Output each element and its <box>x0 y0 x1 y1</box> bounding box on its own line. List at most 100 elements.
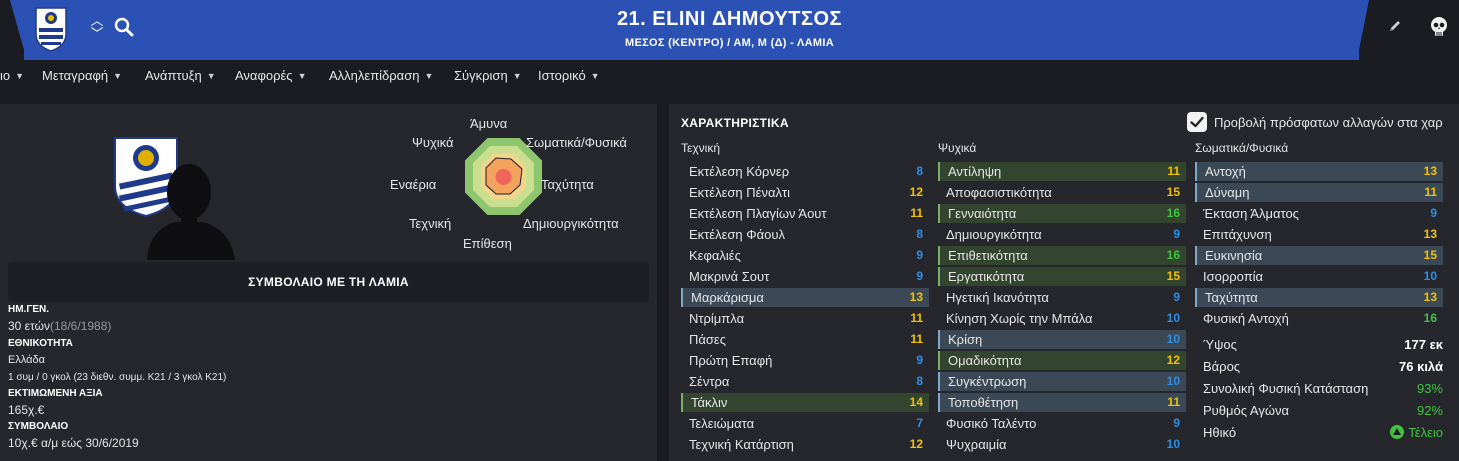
attribute-row[interactable]: Ηγετική Ικανότητα 9 <box>938 288 1186 307</box>
radar-label-defence: Άμυνα <box>470 116 508 131</box>
height-label: Ύψος <box>1203 337 1237 352</box>
dob-text: (18/6/1988) <box>49 319 112 333</box>
condition-value: 93% <box>1416 381 1443 396</box>
attribute-row[interactable]: Εκτέλεση Φάουλ 8 <box>681 225 929 244</box>
nationality-value[interactable]: Ελλάδα <box>8 354 45 366</box>
attribute-row[interactable]: Επιθετικότητα 16 <box>938 246 1186 265</box>
skull-icon[interactable] <box>1429 16 1449 38</box>
attribute-row[interactable]: Αντοχή 13 <box>1195 162 1443 181</box>
attribute-value: 13 <box>1423 290 1437 304</box>
attribute-name: Τελειώματα <box>689 416 755 431</box>
attribute-row[interactable]: Μακρινά Σουτ 9 <box>681 267 929 286</box>
attribute-row[interactable]: Έκταση Άλματος 9 <box>1195 204 1443 223</box>
radar-label-attack: Επίθεση <box>463 236 512 251</box>
attribute-row[interactable]: Εκτέλεση Πλαγίων Άουτ 11 <box>681 204 929 223</box>
nav-item-development[interactable]: Ανάπτυξη ▼ <box>145 68 216 83</box>
attribute-row[interactable]: Ταχύτητα 13 <box>1195 288 1443 307</box>
attribute-row[interactable]: Τοποθέτηση 11 <box>938 393 1186 412</box>
attribute-name: Εκτέλεση Πέναλτι <box>689 185 790 200</box>
attribute-row[interactable]: Κίνηση Χωρίς την Μπάλα 10 <box>938 309 1186 328</box>
recent-changes-checkbox[interactable] <box>1187 112 1207 132</box>
attribute-value: 15 <box>1166 269 1180 283</box>
morale-text: Τέλειο <box>1408 425 1443 440</box>
attribute-row[interactable]: Τάκλιν 14 <box>681 393 929 412</box>
attribute-value: 12 <box>909 437 923 451</box>
attribute-row[interactable]: Αντίληψη 11 <box>938 162 1186 181</box>
age-value: 30 ετών(18/6/1988) <box>8 319 111 333</box>
attribute-row[interactable]: Ντρίμπλα 11 <box>681 309 929 328</box>
attribute-value: 7 <box>916 416 923 430</box>
attribute-row[interactable]: Κεφαλιές 9 <box>681 246 929 265</box>
attribute-row[interactable]: Ευκινησία 15 <box>1195 246 1443 265</box>
attribute-name: Ευκινησία <box>1205 248 1263 263</box>
nationality-label: ΕΘΝΙΚΟΤΗΤΑ <box>8 338 73 349</box>
attribute-row[interactable]: Φυσική Αντοχή 16 <box>1195 309 1443 328</box>
attribute-name: Τοποθέτηση <box>948 395 1019 410</box>
attribute-value: 12 <box>909 185 923 199</box>
attribute-row[interactable]: Κρίση 10 <box>938 330 1186 349</box>
nav-item-transfer[interactable]: Μεταγραφή ▼ <box>42 68 122 83</box>
attribute-name: Ομαδικότητα <box>948 353 1022 368</box>
chevron-down-icon: ▼ <box>15 71 25 81</box>
attribute-value: 10 <box>1423 269 1437 283</box>
nav-item-label: Σύγκριση <box>454 68 508 83</box>
pencil-icon[interactable] <box>1387 18 1403 34</box>
attribute-row[interactable]: Γενναιότητα 16 <box>938 204 1186 223</box>
morale-row: Ηθικό Τέλειο <box>1203 423 1443 442</box>
nav-item-label: Αναφορές <box>235 68 293 83</box>
attribute-row[interactable]: Σέντρα 8 <box>681 372 929 391</box>
attribute-value: 13 <box>909 290 923 304</box>
attribute-row[interactable]: Τελειώματα 7 <box>681 414 929 433</box>
nav-item-compare[interactable]: Σύγκριση ▼ <box>454 68 522 83</box>
attributes-title: ΧΑΡΑΚΤΗΡΙΣΤΙΚΑ <box>681 116 789 130</box>
attribute-name: Εργατικότητα <box>948 269 1025 284</box>
condition-row: Συνολική Φυσική Κατάσταση 93% <box>1203 379 1443 398</box>
radar-label-creativity: Δημιουργικότητα <box>523 216 619 231</box>
attribute-row[interactable]: Πρώτη Επαφή 9 <box>681 351 929 370</box>
technical-header: Τεχνική <box>681 141 720 155</box>
attribute-row[interactable]: Συγκέντρωση 10 <box>938 372 1186 391</box>
attribute-row[interactable]: Εργατικότητα 15 <box>938 267 1186 286</box>
nav-item-profile[interactable]: ιο ▼ <box>0 68 24 83</box>
attribute-row[interactable]: Φυσικό Ταλέντο 9 <box>938 414 1186 433</box>
attribute-name: Αντοχή <box>1205 164 1246 179</box>
contract-with-club-button[interactable]: ΣΥΜΒΟΛΑΙΟ ΜΕ ΤΗ ΛΑΜΙΑ <box>8 262 649 302</box>
attribute-value: 11 <box>1424 185 1437 199</box>
attribute-row[interactable]: Ισορροπία 10 <box>1195 267 1443 286</box>
morale-value: Τέλειο <box>1390 423 1443 442</box>
attribute-name: Φυσικό Ταλέντο <box>946 416 1037 431</box>
attribute-value: 9 <box>1173 290 1180 304</box>
attribute-row[interactable]: Δύναμη 11 <box>1195 183 1443 202</box>
attribute-value: 9 <box>916 269 923 283</box>
age-text: 30 ετών <box>8 319 50 333</box>
attribute-row[interactable]: Επιτάχυνση 13 <box>1195 225 1443 244</box>
attribute-name: Επιθετικότητα <box>948 248 1028 263</box>
physical-header: Σωματικά/Φυσικά <box>1195 141 1289 155</box>
weight-label: Βάρος <box>1203 359 1241 374</box>
attribute-row[interactable]: Εκτέλεση Πέναλτι 12 <box>681 183 929 202</box>
attribute-value: 15 <box>1423 248 1437 262</box>
attribute-name: Αποφασιστικότητα <box>946 185 1052 200</box>
weight-value: 76 κιλά <box>1399 359 1443 374</box>
attribute-name: Δύναμη <box>1205 185 1250 200</box>
attribute-row[interactable]: Δημιουργικότητα 9 <box>938 225 1186 244</box>
nav-item-reports[interactable]: Αναφορές ▼ <box>235 68 307 83</box>
attribute-row[interactable]: Πάσες 11 <box>681 330 929 349</box>
attribute-row[interactable]: Ομαδικότητα 12 <box>938 351 1186 370</box>
attribute-row[interactable]: Εκτέλεση Κόρνερ 8 <box>681 162 929 181</box>
attribute-row[interactable]: Μαρκάρισμα 13 <box>681 288 929 307</box>
nav-item-history[interactable]: Ιστορικό ▼ <box>538 68 600 83</box>
recent-changes-label[interactable]: Προβολή πρόσφατων αλλαγών στα χαρ <box>1214 115 1443 130</box>
attribute-name: Εκτέλεση Φάουλ <box>689 227 785 242</box>
attribute-name: Σέντρα <box>689 374 730 389</box>
nav-item-interaction[interactable]: Αλληλεπίδραση ▼ <box>329 68 433 83</box>
international-caps: 1 συμ / 0 γκολ (23 διεθν. συμμ. Κ21 / 3 … <box>8 372 227 383</box>
attribute-name: Δημιουργικότητα <box>946 227 1042 242</box>
attribute-row[interactable]: Αποφασιστικότητα 15 <box>938 183 1186 202</box>
attribute-name: Κίνηση Χωρίς την Μπάλα <box>946 311 1093 326</box>
attribute-row[interactable]: Τεχνική Κατάρτιση 12 <box>681 435 929 454</box>
attribute-value: 15 <box>1166 185 1180 199</box>
attribute-row[interactable]: Ψυχραιμία 10 <box>938 435 1186 454</box>
attribute-value: 8 <box>916 164 923 178</box>
morale-label: Ηθικό <box>1203 425 1237 440</box>
